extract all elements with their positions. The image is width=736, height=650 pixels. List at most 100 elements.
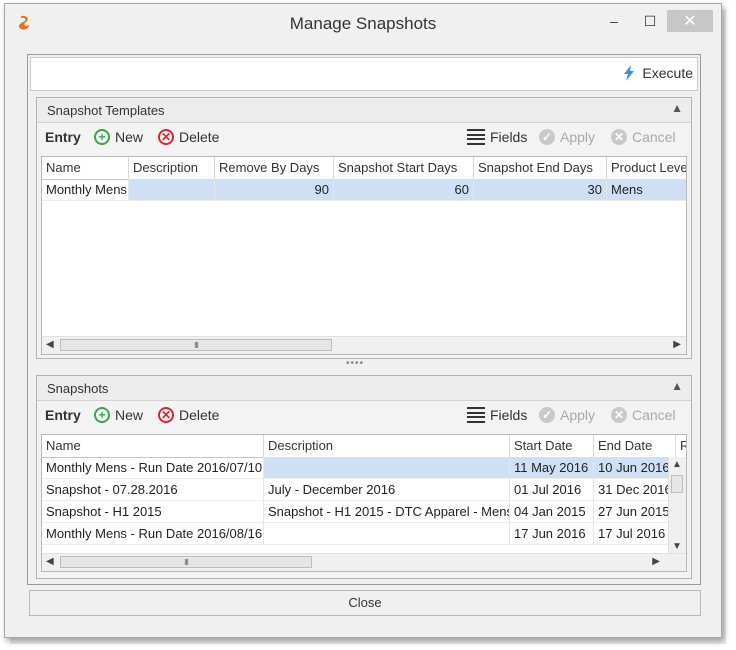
cell-product-level[interactable]: Mens <box>607 179 686 201</box>
entry-label: Entry <box>45 129 81 145</box>
cancel-label: Cancel <box>632 407 676 423</box>
new-label: New <box>115 129 144 145</box>
cell-end-date[interactable]: 27 Jun 2015 <box>594 501 676 523</box>
delete-button[interactable]: ✕ Delete <box>158 129 219 145</box>
snapshot-templates-group: Snapshot Templates ▲ Entry + New ✕ Delet… <box>36 97 692 359</box>
cell-end-date[interactable]: 10 Jun 2016 <box>594 457 676 479</box>
scroll-up-icon[interactable]: ▲ <box>672 459 682 470</box>
execute-toolbar: Execute <box>30 57 698 91</box>
close-window-button[interactable]: ✕ <box>667 10 713 32</box>
column-header[interactable]: Name <box>42 435 264 457</box>
cancel-icon: ✕ <box>611 407 627 423</box>
delete-label: Delete <box>179 129 220 145</box>
cell-end-days[interactable]: 30 <box>474 179 607 201</box>
cell-name[interactable]: Monthly Mens - Run Date 2016/07/10 <box>42 457 264 479</box>
scroll-left-icon[interactable]: ◀ <box>46 339 54 350</box>
scroll-down-icon[interactable]: ▼ <box>672 541 682 552</box>
cell-start-date[interactable]: 17 Jun 2016 <box>510 523 594 545</box>
column-header[interactable]: End Date <box>594 435 676 457</box>
delete-button[interactable]: ✕ Delete <box>158 407 219 423</box>
cell-description[interactable] <box>264 457 510 479</box>
collapse-icon[interactable]: ▲ <box>671 379 683 393</box>
templates-grid-header: Name Description Remove By Days Snapshot… <box>42 157 686 180</box>
scroll-thumb[interactable]: III <box>60 339 332 351</box>
table-row[interactable]: Snapshot - H1 2015 Snapshot - H1 2015 - … <box>42 501 676 523</box>
list-icon <box>467 129 485 145</box>
cancel-button[interactable]: ✕ Cancel <box>611 129 676 145</box>
apply-button[interactable]: ✓ Apply <box>539 407 595 423</box>
cell-start-date[interactable]: 01 Jul 2016 <box>510 479 594 501</box>
fields-label: Fields <box>490 407 528 423</box>
column-header[interactable]: Description <box>264 435 510 457</box>
cell-end-date[interactable]: 31 Dec 2016 <box>594 479 676 501</box>
column-header[interactable]: Product Leve <box>607 157 686 179</box>
cell-name[interactable]: Snapshot - H1 2015 <box>42 501 264 523</box>
add-icon: + <box>94 407 110 423</box>
entry-label: Entry <box>45 407 81 423</box>
column-header[interactable]: Name <box>42 157 129 179</box>
list-icon <box>467 407 485 423</box>
cell-description[interactable] <box>129 179 215 201</box>
column-header[interactable]: Description <box>129 157 215 179</box>
delete-icon: ✕ <box>158 407 174 423</box>
group-title: Snapshots <box>47 381 109 396</box>
cell-start-date[interactable]: 11 May 2016 <box>510 457 594 479</box>
scroll-right-icon[interactable]: ▶ <box>652 556 660 567</box>
splitter-handle[interactable]: •••• <box>346 358 364 369</box>
lightning-icon <box>624 65 635 81</box>
table-row[interactable]: Monthly Mens - Run Date 2016/08/16 17 Ju… <box>42 523 676 545</box>
snapshots-header: Snapshots ▲ <box>37 376 691 401</box>
maximize-button[interactable]: ☐ <box>635 10 665 32</box>
cell-end-date[interactable]: 17 Jul 2016 <box>594 523 676 545</box>
templates-toolbar: Entry + New ✕ Delete Fields ✓ Apply ✕ Ca… <box>41 126 687 150</box>
column-header[interactable]: Snapshot End Days <box>474 157 607 179</box>
main-panel: Execute Snapshot Templates ▲ Entry + New… <box>27 54 701 585</box>
cell-description[interactable]: July - December 2016 <box>264 479 510 501</box>
column-header[interactable]: Start Date <box>510 435 594 457</box>
fields-button[interactable]: Fields <box>467 129 527 145</box>
cell-description[interactable]: Snapshot - H1 2015 - DTC Apparel - Mens <box>264 501 510 523</box>
cell-start-days[interactable]: 60 <box>334 179 474 201</box>
scroll-thumb[interactable] <box>671 475 683 493</box>
group-title: Snapshot Templates <box>47 103 165 118</box>
cell-name[interactable]: Monthly Mens <box>42 179 129 201</box>
execute-button[interactable]: Execute <box>622 65 693 81</box>
cell-description[interactable] <box>264 523 510 545</box>
cell-name[interactable]: Monthly Mens - Run Date 2016/08/16 <box>42 523 264 545</box>
table-row[interactable]: Monthly Mens 90 60 30 Mens <box>42 179 686 201</box>
table-row[interactable]: Monthly Mens - Run Date 2016/07/10 11 Ma… <box>42 457 676 479</box>
table-row[interactable]: Snapshot - 07.28.2016 July - December 20… <box>42 479 676 501</box>
fields-button[interactable]: Fields <box>467 407 527 423</box>
new-label: New <box>115 407 144 423</box>
new-button[interactable]: + New <box>94 407 143 423</box>
cell-start-date[interactable]: 04 Jan 2015 <box>510 501 594 523</box>
collapse-icon[interactable]: ▲ <box>671 101 683 115</box>
add-icon: + <box>94 129 110 145</box>
cell-remove-by-days[interactable]: 90 <box>215 179 334 201</box>
delete-icon: ✕ <box>158 129 174 145</box>
apply-button[interactable]: ✓ Apply <box>539 129 595 145</box>
column-header[interactable]: R <box>676 435 686 457</box>
cell-name[interactable]: Snapshot - 07.28.2016 <box>42 479 264 501</box>
close-button[interactable]: Close <box>29 590 701 616</box>
scroll-right-icon[interactable]: ▶ <box>673 339 681 350</box>
horizontal-scrollbar[interactable]: ◀ III ▶ <box>42 553 686 571</box>
cancel-label: Cancel <box>632 129 676 145</box>
snapshots-grid: Name Description Start Date End Date R M… <box>41 434 687 572</box>
scroll-left-icon[interactable]: ◀ <box>46 556 54 567</box>
snapshots-toolbar: Entry + New ✕ Delete Fields ✓ Apply ✕ Ca… <box>41 404 687 428</box>
delete-label: Delete <box>179 407 220 423</box>
column-header[interactable]: Snapshot Start Days <box>334 157 474 179</box>
templates-grid: Name Description Remove By Days Snapshot… <box>41 156 687 355</box>
snapshots-grid-header: Name Description Start Date End Date R <box>42 435 686 458</box>
minimize-button[interactable]: – <box>599 10 629 32</box>
column-header[interactable]: Remove By Days <box>215 157 334 179</box>
scroll-thumb[interactable]: III <box>60 556 312 568</box>
horizontal-scrollbar[interactable]: ◀ III ▶ <box>42 336 686 354</box>
vertical-scrollbar[interactable]: ▲ ▼ <box>668 457 686 554</box>
apply-label: Apply <box>560 129 596 145</box>
cancel-button[interactable]: ✕ Cancel <box>611 407 676 423</box>
check-icon: ✓ <box>539 407 555 423</box>
check-icon: ✓ <box>539 129 555 145</box>
new-button[interactable]: + New <box>94 129 143 145</box>
